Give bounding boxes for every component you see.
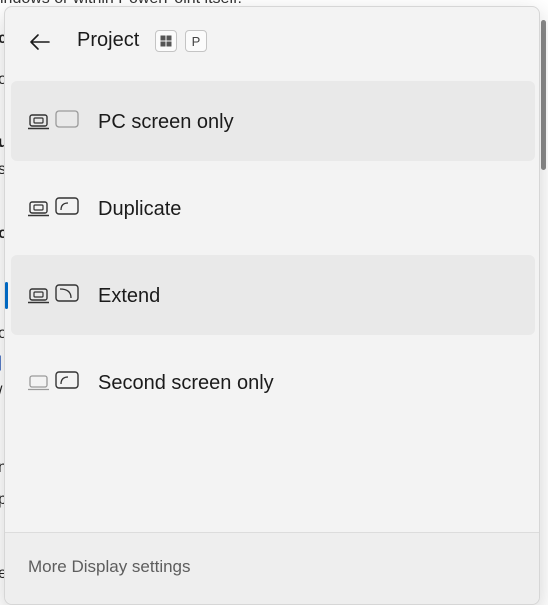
option-duplicate[interactable]: Duplicate: [11, 168, 535, 248]
option-label: Duplicate: [98, 198, 182, 220]
option-label: Second screen only: [98, 372, 274, 394]
background-text-fragment: /: [0, 385, 2, 401]
background-scrollbar[interactable]: [540, 20, 548, 180]
selection-indicator: [5, 282, 8, 309]
background-text-fragment: |: [0, 354, 3, 371]
projection-options: PC screen only Duplicate Extend Second s…: [5, 81, 535, 429]
windows-key-icon: [155, 30, 177, 52]
flyout-footer: More Display settings: [5, 532, 539, 604]
option-label: PC screen only: [98, 111, 234, 133]
option-extend[interactable]: Extend: [5, 255, 535, 335]
project-flyout: Project P PC screen only Duplicate Exten…: [4, 6, 540, 605]
duplicate-icon: [28, 197, 79, 217]
extend-icon: [28, 284, 79, 304]
option-label: Extend: [98, 285, 161, 307]
flyout-header: Project P: [5, 7, 539, 75]
second-screen-only-icon: [28, 371, 79, 391]
flyout-title: Project: [77, 29, 140, 51]
option-second-screen-only[interactable]: Second screen only: [11, 342, 535, 422]
back-arrow-icon: [30, 34, 50, 50]
back-button[interactable]: [25, 27, 55, 57]
p-key: P: [185, 30, 207, 52]
option-pc-screen-only[interactable]: PC screen only: [11, 81, 535, 161]
pc-screen-only-icon: [28, 110, 79, 130]
more-display-settings-link[interactable]: More Display settings: [28, 557, 191, 577]
scrollbar-thumb[interactable]: [541, 20, 546, 170]
